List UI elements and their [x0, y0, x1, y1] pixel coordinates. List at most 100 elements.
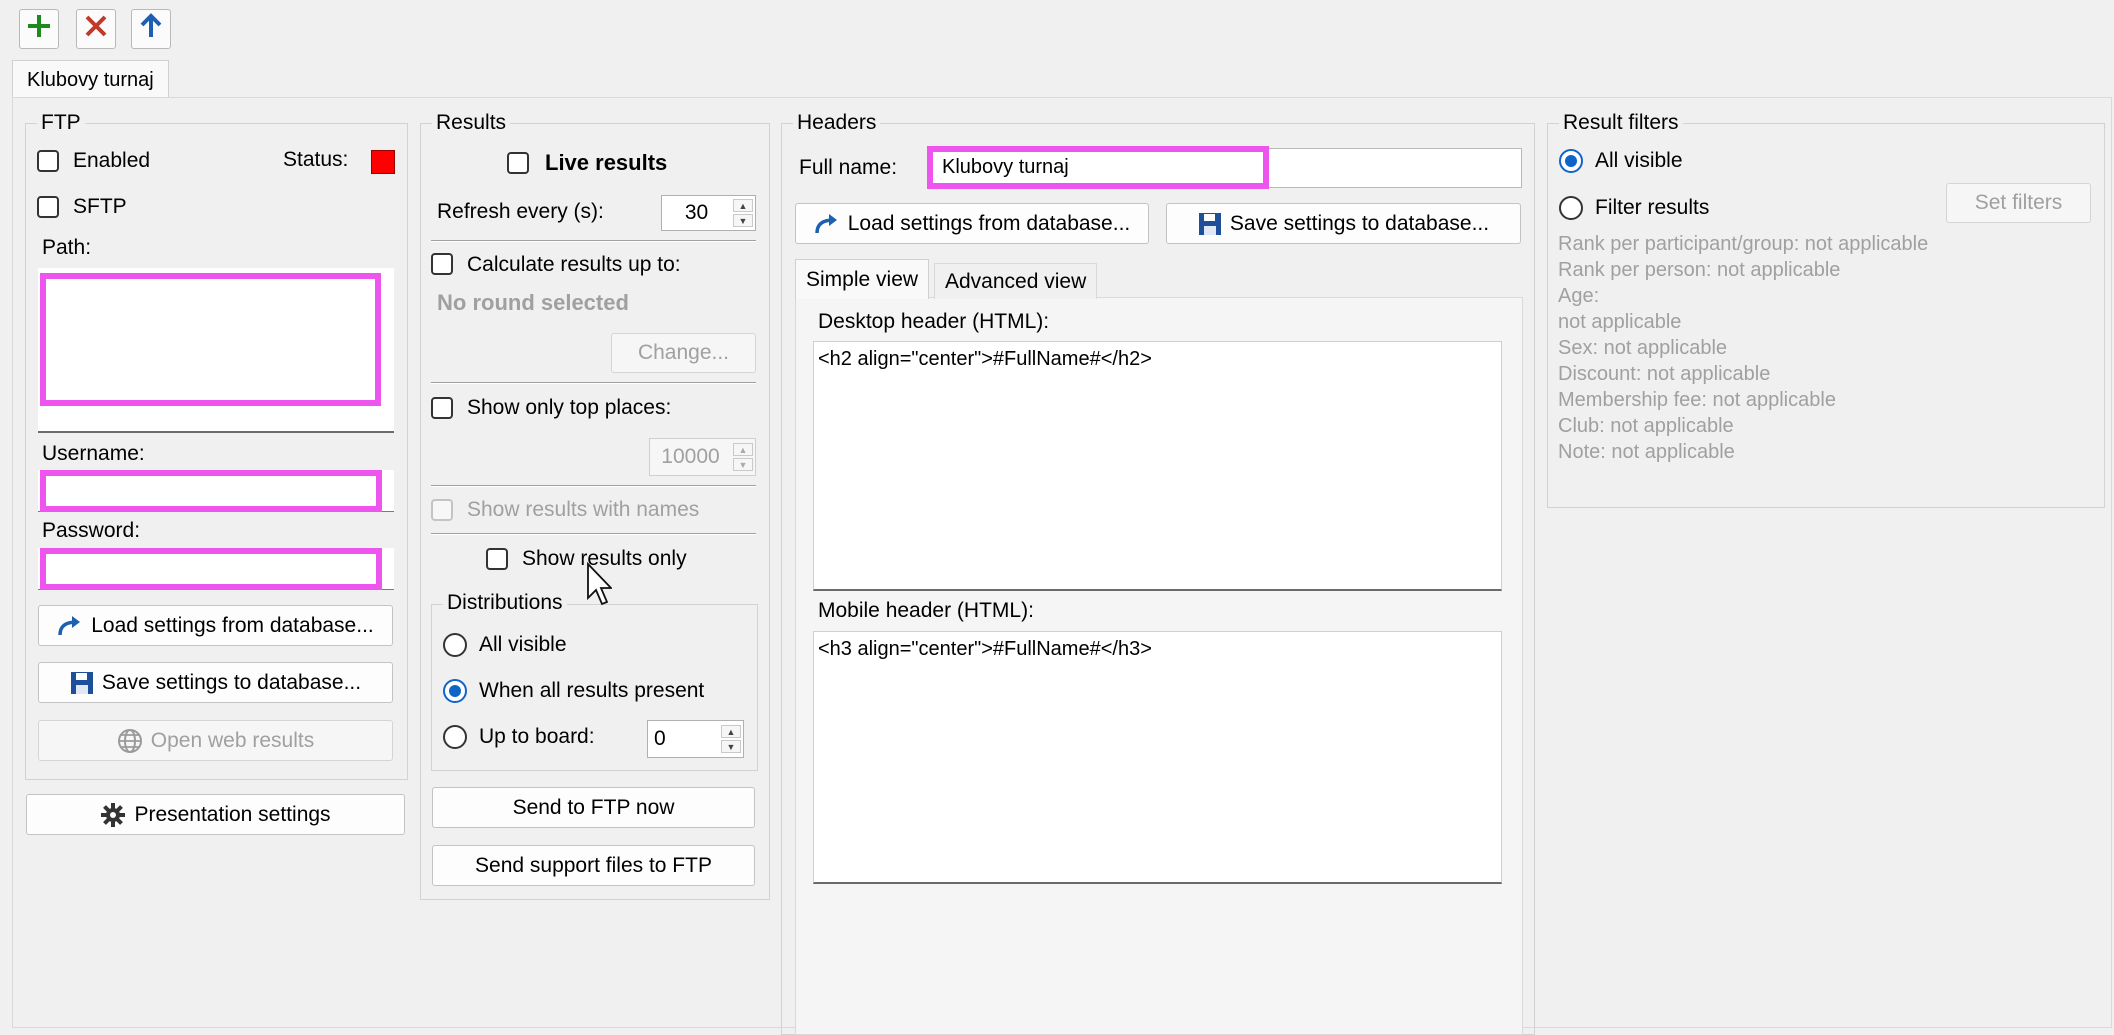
headers-save-settings-label: Save settings to database... — [1229, 211, 1490, 235]
with-names-checkbox[interactable] — [431, 499, 453, 521]
send-ftp-now-button[interactable]: Send to FTP now — [432, 787, 755, 828]
separator — [431, 382, 756, 384]
spin-up-icon[interactable]: ▲ — [721, 725, 741, 738]
status-label: Status: — [283, 148, 349, 171]
load-arrow-icon — [57, 615, 83, 637]
spin-up-icon[interactable]: ▲ — [733, 199, 753, 212]
filter-info-line: Age: — [1558, 285, 1600, 307]
mobile-header-label: Mobile header (HTML): — [818, 599, 1034, 622]
enabled-label: Enabled — [73, 149, 151, 172]
filter-info-line: Rank per person: not applicable — [1558, 259, 1841, 281]
top-places-value: 10000 — [661, 445, 720, 468]
sftp-label: SFTP — [73, 195, 127, 218]
board-spinner[interactable]: 0 ▲ ▼ — [647, 720, 744, 758]
gear-icon — [100, 802, 126, 828]
distributions-title: Distributions — [443, 591, 567, 615]
dist-up-to-board-label: Up to board: — [479, 725, 595, 748]
calc-results-checkbox[interactable] — [431, 253, 453, 275]
desktop-header-label: Desktop header (HTML): — [818, 310, 1050, 333]
mouse-cursor-icon — [586, 561, 614, 614]
spin-down-icon[interactable]: ▼ — [733, 458, 753, 471]
tab-advanced-view[interactable]: Advanced view — [934, 263, 1098, 299]
ftp-load-settings-button[interactable]: Load settings from database... — [38, 605, 393, 646]
results-group-title: Results — [432, 111, 511, 135]
refresh-spinner[interactable]: 30 ▲ ▼ — [661, 195, 756, 231]
username-label: Username: — [42, 442, 145, 465]
dist-when-all-radio[interactable] — [443, 679, 467, 703]
delete-icon — [83, 13, 109, 45]
filters-all-visible-label: All visible — [1595, 149, 1683, 172]
filter-results-radio[interactable] — [1559, 196, 1583, 220]
arrow-up-icon — [138, 13, 164, 45]
tab-advanced-view-label: Advanced view — [945, 269, 1087, 293]
presentation-settings-button[interactable]: Presentation settings — [26, 794, 405, 835]
filter-info-line: Discount: not applicable — [1558, 363, 1771, 385]
move-up-button[interactable] — [131, 9, 171, 49]
send-support-files-button[interactable]: Send support files to FTP — [432, 845, 755, 886]
live-results-label: Live results — [545, 150, 668, 175]
spin-down-icon[interactable]: ▼ — [721, 740, 741, 753]
delete-button[interactable] — [76, 9, 116, 49]
results-only-checkbox[interactable] — [486, 548, 508, 570]
top-places-label: Show only top places: — [467, 396, 672, 419]
board-value: 0 — [654, 727, 666, 750]
filter-info-line: not applicable — [1558, 311, 1682, 333]
send-support-files-label: Send support files to FTP — [475, 853, 712, 877]
ftp-save-settings-label: Save settings to database... — [101, 670, 362, 694]
tab-simple-view-label: Simple view — [806, 267, 919, 291]
separator — [431, 485, 756, 487]
filter-info-line: Rank per participant/group: not applicab… — [1558, 233, 1929, 255]
separator — [431, 240, 756, 242]
separator — [431, 533, 756, 535]
filter-info-line: Note: not applicable — [1558, 441, 1735, 463]
filter-info-line: Club: not applicable — [1558, 415, 1734, 437]
dist-when-all-label: When all results present — [479, 679, 705, 702]
refresh-label: Refresh every (s): — [437, 200, 604, 223]
headers-load-settings-button[interactable]: Load settings from database... — [795, 203, 1149, 244]
top-places-checkbox[interactable] — [431, 397, 453, 419]
set-filters-label: Set filters — [1974, 191, 2063, 214]
refresh-value: 30 — [684, 201, 709, 224]
save-disk-icon — [70, 671, 94, 695]
password-label: Password: — [42, 519, 141, 542]
filter-results-label: Filter results — [1595, 196, 1710, 219]
full-name-label: Full name: — [799, 156, 898, 179]
open-web-results-button[interactable]: Open web results — [38, 720, 393, 761]
password-input[interactable] — [40, 548, 382, 590]
tab-label: Klubovy turnaj — [27, 68, 154, 91]
change-round-button[interactable]: Change... — [611, 333, 756, 373]
ftp-group-title: FTP — [37, 111, 85, 135]
headers-save-settings-button[interactable]: Save settings to database... — [1166, 203, 1521, 244]
path-label: Path: — [42, 236, 92, 259]
enabled-checkbox[interactable] — [37, 150, 59, 172]
path-input[interactable] — [40, 273, 381, 406]
spin-down-icon[interactable]: ▼ — [733, 214, 753, 227]
send-ftp-now-label: Send to FTP now — [512, 795, 675, 819]
tab-klubovy-turnaj[interactable]: Klubovy turnaj — [12, 60, 169, 99]
top-places-spinner[interactable]: 10000 ▲ ▼ — [649, 438, 756, 476]
username-input[interactable] — [40, 470, 382, 512]
dist-up-to-board-radio[interactable] — [443, 725, 467, 749]
calc-results-label: Calculate results up to: — [467, 253, 681, 276]
tab-simple-view[interactable]: Simple view — [795, 259, 930, 299]
with-names-label: Show results with names — [467, 498, 700, 521]
mobile-header-editor[interactable]: <h3 align="center">#FullName#</h3> — [813, 631, 1502, 884]
live-results-checkbox[interactable] — [507, 152, 529, 174]
headers-group-title: Headers — [793, 111, 881, 135]
no-round-label: No round selected — [437, 290, 629, 315]
filter-info-line: Membership fee: not applicable — [1558, 389, 1836, 411]
add-button[interactable] — [19, 9, 59, 49]
sftp-checkbox[interactable] — [37, 196, 59, 218]
ftp-load-settings-label: Load settings from database... — [91, 613, 374, 637]
dist-all-visible-radio[interactable] — [443, 633, 467, 657]
full-name-input[interactable]: Klubovy turnaj — [927, 146, 1269, 189]
add-icon — [26, 13, 52, 45]
filters-all-visible-radio[interactable] — [1559, 149, 1583, 173]
globe-icon — [117, 728, 143, 754]
desktop-header-editor[interactable]: <h2 align="center">#FullName#</h2> — [813, 341, 1502, 591]
change-round-label: Change... — [637, 341, 730, 364]
ftp-save-settings-button[interactable]: Save settings to database... — [38, 662, 393, 703]
set-filters-button[interactable]: Set filters — [1946, 183, 2091, 223]
status-indicator — [371, 150, 395, 174]
spin-up-icon[interactable]: ▲ — [733, 443, 753, 456]
